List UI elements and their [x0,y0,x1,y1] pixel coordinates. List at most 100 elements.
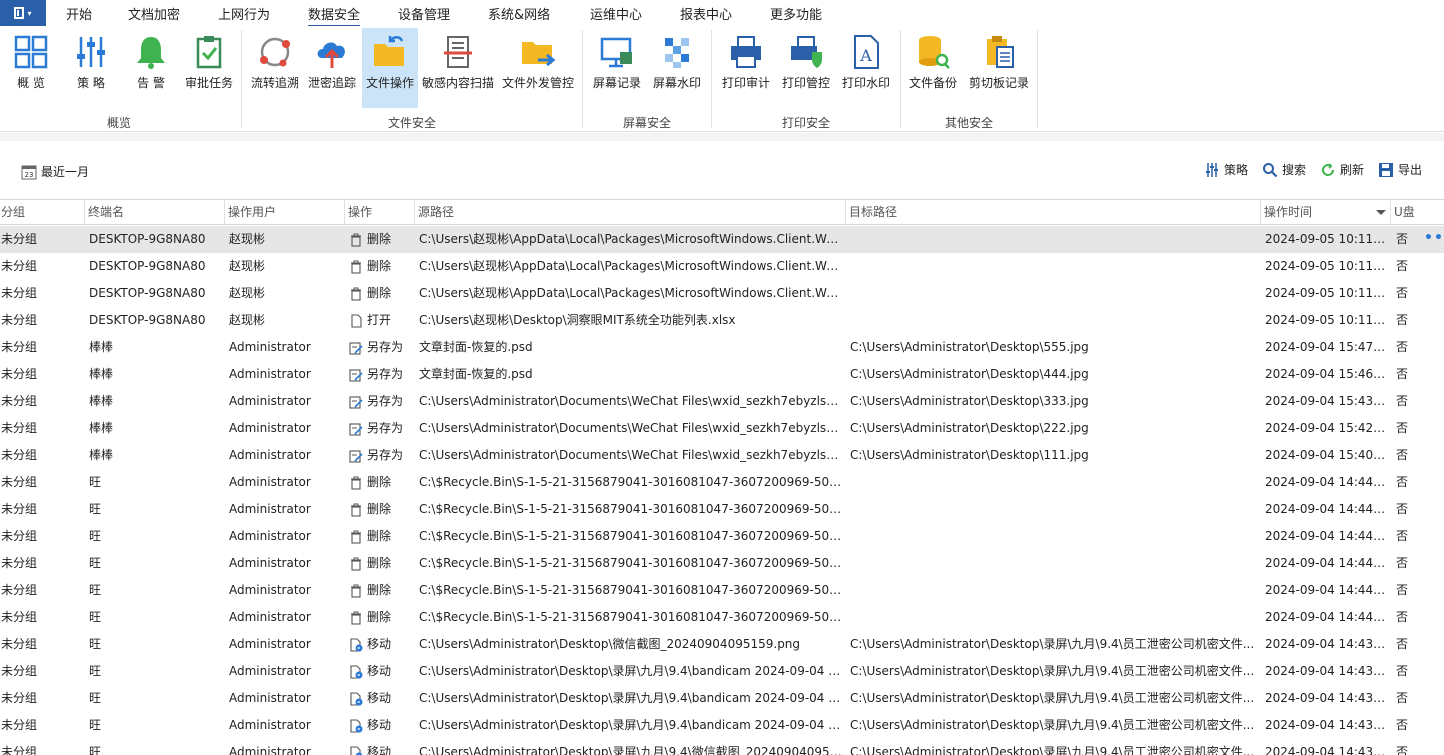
table-row[interactable]: 未分组 棒棒 Administrator 另存为 C:\Users\Administra… [0,442,1444,469]
date-range-selector[interactable]: 23 最近一月 [21,163,89,180]
alert-button[interactable]: 告 警 [128,28,174,108]
table-row[interactable]: 未分组 棒棒 Administrator 另存为 C:\Users\Administra… [0,415,1444,442]
export-button[interactable]: 导出 [1378,161,1422,178]
table-row[interactable]: 未分组 DESKTOP-9G8NA80 赵现彬 打开 C:\Users\赵现彬\Desk… [0,307,1444,334]
group-label-print-security: 打印安全 [781,116,831,130]
cell-user: Administrator [229,691,311,705]
more-options-icon[interactable]: ••• [1424,226,1444,253]
cell-operation: 打开 [349,307,411,334]
column-header-group[interactable]: 分组 [0,200,84,224]
file-backup-button[interactable]: 文件备份 [906,28,960,108]
refresh-button[interactable]: 刷新 [1320,161,1364,178]
monitor-icon [600,37,632,68]
print-audit-button[interactable]: 打印审计 [720,28,772,108]
flow-trace-button[interactable]: 流转追溯 [248,28,302,108]
cell-source-path: C:\$Recycle.Bin\S-1-5-21-3156879041-3016… [419,556,843,570]
operation-label: 另存为 [367,340,404,354]
cell-target-path [850,280,1256,307]
table-row[interactable]: 未分组 DESKTOP-9G8NA80 赵现彬 删除 C:\Users\赵现彬\AppD… [0,253,1444,280]
policy-button[interactable]: 策 略 [68,28,114,108]
trash-icon [349,502,367,517]
cell-source-path: C:\Users\Administrator\Desktop\录屏\九月\9.4… [419,691,843,705]
sort-descending-icon[interactable] [1376,210,1386,215]
cell-target-path: C:\Users\Administrator\Desktop\录屏\九月\9.4… [850,718,1255,732]
cell-group: 未分组 [1,259,38,273]
menu-item-device-mgmt[interactable]: 设备管理 [398,4,450,25]
table-row[interactable]: 未分组 旺 Administrator 删除 C:\$Recycle.Bin\S-1-5… [0,577,1444,604]
sensitive-scan-button[interactable]: 敏感内容扫描 [421,28,495,108]
overview-button[interactable]: 概 览 [8,28,54,108]
cell-usb: 否 [1396,502,1409,516]
leak-tracking-button[interactable]: 泄密追踪 [306,28,358,108]
cell-group: 未分组 [1,502,38,516]
cell-source-path: C:\Users\Administrator\Documents\WeChat … [419,394,843,408]
file-operation-button[interactable]: 文件操作 [362,28,418,108]
cell-usb: 否 [1396,691,1409,705]
cell-group: 未分组 [1,529,38,543]
table-row[interactable]: 未分组 旺 Administrator 移动 C:\Users\Administrato… [0,739,1444,755]
table-row[interactable]: 未分组 旺 Administrator 删除 C:\$Recycle.Bin\S-1-5… [0,550,1444,577]
menu-item-more[interactable]: 更多功能 [770,4,822,25]
app-menu-button[interactable]: ▾ [0,0,46,26]
cell-terminal: 棒棒 [89,367,114,381]
folder-arrow-icon [374,36,404,66]
table-row[interactable]: 未分组 DESKTOP-9G8NA80 赵现彬 删除 C:\Users\赵现彬\AppD… [0,226,1444,253]
screen-record-button[interactable]: 屏幕记录 [590,28,644,108]
table-row[interactable]: 未分组 旺 Administrator 删除 C:\$Recycle.Bin\S-1-5… [0,469,1444,496]
table-row[interactable]: 未分组 棒棒 Administrator 另存为 C:\Users\Administra… [0,388,1444,415]
cell-terminal: 旺 [89,475,102,489]
column-header-operation-time[interactable]: 操作时间 [1260,200,1390,224]
move-icon [349,637,367,652]
save-as-icon [349,448,367,463]
column-header-target-path[interactable]: 目标路径 [845,200,1260,224]
trash-icon [349,529,367,544]
cell-source-path: C:\$Recycle.Bin\S-1-5-21-3156879041-3016… [419,610,843,624]
cell-user: Administrator [229,394,311,408]
column-header-operation[interactable]: 操作 [344,200,414,224]
save-disk-icon [1378,162,1393,177]
save-as-icon [349,394,367,409]
cell-operation-time: 2024-09-04 15:40:56 [1265,448,1387,462]
approval-task-label: 审批任务 [184,76,233,90]
menu-item-web-behavior[interactable]: 上网行为 [218,4,270,25]
approval-task-button[interactable]: 审批任务 [182,28,236,108]
table-row[interactable]: 未分组 棒棒 Administrator 另存为 文章封面-恢复的.psd C:\User… [0,361,1444,388]
table-row[interactable]: 未分组 旺 Administrator 删除 C:\$Recycle.Bin\S-1-5… [0,496,1444,523]
menu-item-report-center[interactable]: 报表中心 [680,4,732,25]
table-row[interactable]: 未分组 旺 Administrator 删除 C:\$Recycle.Bin\S-1-5… [0,523,1444,550]
cell-operation-time: 2024-09-04 14:43:53 [1265,718,1387,732]
policy-filter-button[interactable]: 策略 [1204,161,1248,178]
table-row[interactable]: 未分组 DESKTOP-9G8NA80 赵现彬 删除 C:\Users\赵现彬\AppD… [0,280,1444,307]
group-label-overview: 概览 [106,116,132,130]
screen-watermark-button[interactable]: 屏幕水印 [650,28,704,108]
cell-usb: 否 [1396,421,1409,435]
column-header-user[interactable]: 操作用户 [224,200,344,224]
column-header-terminal[interactable]: 终端名 [84,200,224,224]
search-button[interactable]: 搜索 [1262,161,1306,178]
cell-usb: 否 [1396,232,1409,246]
table-row[interactable]: 未分组 旺 Administrator 移动 C:\Users\Administrato… [0,685,1444,712]
menu-item-start[interactable]: 开始 [66,4,92,25]
print-control-button[interactable]: 打印管控 [780,28,832,108]
cell-group: 未分组 [1,421,38,435]
menu-item-system-network[interactable]: 系统&网络 [488,4,550,25]
table-row[interactable]: 未分组 旺 Administrator 移动 C:\Users\Administrato… [0,712,1444,739]
menu-item-doc-encrypt[interactable]: 文档加密 [128,4,180,25]
column-header-usb[interactable]: U盘 [1390,200,1420,224]
document-scan-icon [444,36,472,68]
print-watermark-button[interactable]: A 打印水印 [840,28,892,108]
file-outgoing-control-label: 文件外发管控 [501,76,574,90]
table-row[interactable]: 未分组 旺 Administrator 移动 C:\Users\Administrato… [0,631,1444,658]
table-row[interactable]: 未分组 棒棒 Administrator 另存为 文章封面-恢复的.psd C:\User… [0,334,1444,361]
table-row[interactable]: 未分组 旺 Administrator 移动 C:\Users\Administrato… [0,658,1444,685]
operation-label: 删除 [367,502,392,516]
toolbar: 23 最近一月 策略 搜索 刷新 导出 [0,141,1444,198]
clipboard-record-button[interactable]: 剪切板记录 [966,28,1032,108]
menu-item-ops-center[interactable]: 运维中心 [590,4,642,25]
table-row[interactable]: 未分组 旺 Administrator 删除 C:\$Recycle.Bin\S-1-5… [0,604,1444,631]
column-header-source-path[interactable]: 源路径 [414,200,845,224]
menu-item-data-security[interactable]: 数据安全 [308,4,361,27]
cell-target-path [850,496,1256,523]
flow-cycle-icon [260,37,290,67]
file-outgoing-control-button[interactable]: 文件外发管控 [500,28,576,108]
